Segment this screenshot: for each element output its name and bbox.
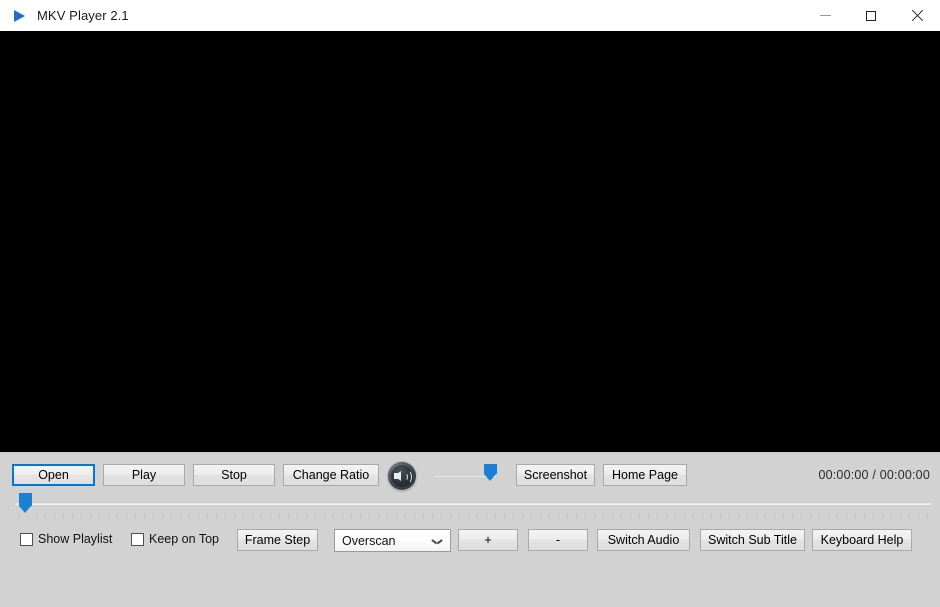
speaker-wave-large-icon bbox=[403, 470, 412, 484]
bottom-filler-area bbox=[0, 555, 940, 607]
keep-on-top-label: Keep on Top bbox=[149, 532, 219, 546]
maximize-button[interactable] bbox=[848, 0, 894, 31]
stop-button[interactable]: Stop bbox=[193, 464, 275, 486]
decrease-button[interactable]: - bbox=[528, 529, 588, 551]
open-button[interactable]: Open bbox=[12, 464, 95, 486]
home-page-button[interactable]: Home Page bbox=[603, 464, 687, 486]
play-triangle-icon bbox=[11, 8, 27, 24]
ratio-mode-dropdown[interactable]: Overscan bbox=[334, 529, 451, 552]
increase-button[interactable]: + bbox=[458, 529, 518, 551]
switch-subtitle-button[interactable]: Switch Sub Title bbox=[700, 529, 805, 551]
chevron-down-icon bbox=[432, 539, 441, 544]
maximize-icon bbox=[866, 10, 876, 21]
change-ratio-button[interactable]: Change Ratio bbox=[283, 464, 379, 486]
control-panel: Open Play Stop Change Ratio Screenshot H… bbox=[0, 452, 940, 556]
volume-slider-thumb[interactable] bbox=[484, 464, 497, 481]
seek-slider-track[interactable] bbox=[14, 502, 932, 506]
title-bar: MKV Player 2.1 bbox=[0, 0, 940, 32]
seek-thumb-point bbox=[19, 506, 31, 513]
time-display: 00:00:00 / 00:00:00 bbox=[818, 468, 930, 482]
volume-thumb-point bbox=[484, 474, 496, 481]
window-controls bbox=[802, 0, 940, 31]
transport-row: Open Play Stop Change Ratio Screenshot H… bbox=[0, 453, 940, 493]
video-display-area[interactable] bbox=[0, 31, 940, 452]
play-button[interactable]: Play bbox=[103, 464, 185, 486]
seek-slider-thumb[interactable] bbox=[19, 493, 32, 513]
frame-step-button[interactable]: Frame Step bbox=[237, 529, 318, 551]
ratio-mode-value: Overscan bbox=[342, 533, 396, 548]
keyboard-help-button[interactable]: Keyboard Help bbox=[812, 529, 912, 551]
mkv-player-window: MKV Player 2.1 Open Play Stop Change Rat… bbox=[0, 0, 940, 607]
volume-thumb-body bbox=[484, 464, 497, 474]
switch-audio-button[interactable]: Switch Audio bbox=[597, 529, 690, 551]
show-playlist-checkbox[interactable]: Show Playlist bbox=[20, 532, 112, 546]
minimize-button[interactable] bbox=[802, 0, 848, 31]
minimize-icon bbox=[819, 15, 831, 16]
close-icon bbox=[911, 10, 923, 22]
checkbox-icon bbox=[20, 532, 33, 546]
keep-on-top-checkbox[interactable]: Keep on Top bbox=[131, 532, 219, 546]
screenshot-button[interactable]: Screenshot bbox=[516, 464, 595, 486]
show-playlist-label: Show Playlist bbox=[38, 532, 113, 546]
speaker-volume-icon[interactable] bbox=[388, 462, 416, 490]
seek-bar[interactable] bbox=[0, 493, 940, 522]
window-title: MKV Player 2.1 bbox=[37, 8, 129, 23]
seek-thumb-body bbox=[19, 493, 32, 506]
speaker-body-icon bbox=[394, 473, 398, 479]
checkbox-icon bbox=[131, 532, 144, 546]
options-row: Show Playlist Keep on Top Frame Step Ove… bbox=[0, 523, 940, 556]
close-button[interactable] bbox=[894, 0, 940, 31]
seek-tick-marks bbox=[18, 514, 928, 519]
